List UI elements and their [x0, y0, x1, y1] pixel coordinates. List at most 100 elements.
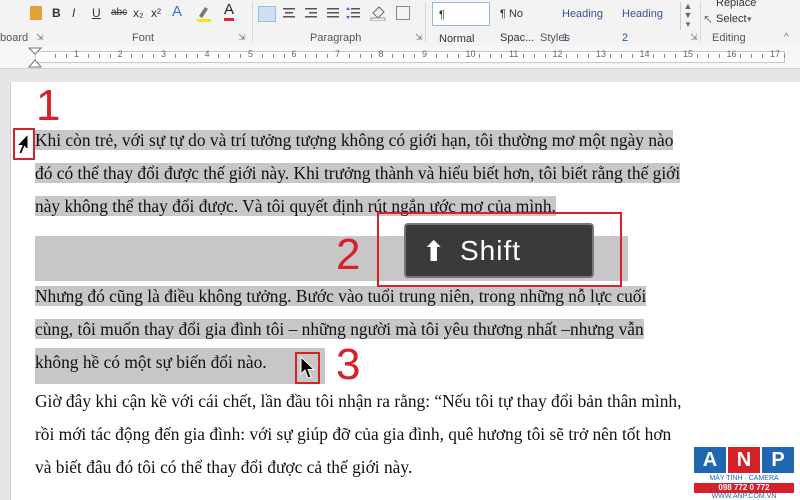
editing-group-label: Editing: [712, 32, 746, 44]
ruler-tick: [316, 54, 318, 58]
format-painter-icon[interactable]: [30, 6, 42, 20]
launcher-icon[interactable]: ⇲: [238, 32, 246, 43]
ruler-tick: [414, 54, 416, 58]
align-right-icon[interactable]: [304, 6, 318, 20]
ruler-tick: [109, 54, 111, 58]
subscript-button[interactable]: x₂: [133, 5, 144, 21]
ruler-tick: [609, 54, 611, 58]
ruler-tick: [653, 54, 655, 58]
ruler-tick: [718, 54, 720, 58]
ruler-number: 10: [465, 49, 476, 59]
style-heading-1[interactable]: Heading 1: [556, 2, 616, 44]
ruler-tick: [403, 54, 405, 58]
style-no-spacing[interactable]: ¶ No Spac...: [494, 2, 554, 44]
align-left-icon[interactable]: [258, 6, 276, 22]
ruler-tick: [98, 54, 100, 58]
paragraph-line[interactable]: rồi mới tác động đến gia đình: với sự gi…: [35, 418, 671, 451]
ruler-number: 17: [770, 49, 781, 59]
ruler-tick: [707, 54, 709, 58]
ribbon: B I U abc x₂ x² A A ¶ Normal ¶ No Spac..…: [0, 0, 800, 47]
ruler-tick: [283, 54, 285, 58]
text-effects-button[interactable]: A: [172, 4, 182, 20]
select-dropdown-icon[interactable]: ▾: [747, 11, 752, 27]
ruler-tick: [261, 54, 263, 58]
style-heading-2[interactable]: Heading 2: [616, 2, 678, 44]
borders-icon[interactable]: [396, 6, 410, 20]
anp-logo: A N P MÁY TÍNH · CAMERA 098 772 0 772 WW…: [690, 445, 800, 500]
italic-button[interactable]: I: [72, 5, 75, 21]
ruler-tick: [131, 54, 133, 58]
ruler-tick: [533, 54, 535, 58]
ruler-tick: [229, 54, 231, 58]
step-2-marker: 2: [336, 230, 361, 279]
shift-key-label: Shift: [460, 235, 522, 266]
paragraph-line[interactable]: Khi còn trẻ, với sự tự do và trí tưởng t…: [35, 124, 674, 157]
ruler-tick: [620, 54, 622, 58]
paragraph-line[interactable]: Giờ đây khi cận kề với cái chết, lần đầu…: [35, 385, 681, 418]
logo-phone: 098 772 0 772: [694, 483, 794, 493]
ruler-tick: [327, 54, 329, 58]
ruler-number: 6: [291, 49, 297, 59]
launcher-icon[interactable]: ⇲: [36, 32, 44, 43]
ruler-number: 9: [422, 49, 428, 59]
collapse-ribbon-icon[interactable]: ^: [784, 32, 789, 43]
ruler-number: 1: [74, 49, 80, 59]
ruler-number: 3: [161, 49, 167, 59]
ruler-number: 8: [378, 49, 384, 59]
mouse-cursor-icon: [300, 356, 316, 379]
ruler-number: 2: [117, 49, 123, 59]
ruler-tick: [370, 54, 372, 58]
ruler-number: 15: [683, 49, 694, 59]
styles-scroll-icon[interactable]: ▲ ▼ ▾: [680, 2, 695, 30]
highlight-icon[interactable]: [195, 4, 213, 22]
ruler-track: [35, 51, 785, 63]
ruler-tick: [392, 54, 394, 58]
shading-icon[interactable]: [370, 5, 388, 22]
indent-marker-icon[interactable]: [28, 47, 42, 69]
horizontal-ruler[interactable]: 1 2 3 4 5 6 7 8 9 10 11 12 13 14 15 16 17: [0, 46, 800, 69]
ruler-number: 5: [248, 49, 254, 59]
ruler-tick: [142, 54, 144, 58]
ruler-number: 7: [335, 49, 341, 59]
ruler-tick: [305, 54, 307, 58]
launcher-icon[interactable]: ⇲: [415, 32, 423, 43]
ruler-tick: [501, 54, 503, 58]
ruler-tick: [185, 54, 187, 58]
ruler-tick: [751, 54, 753, 58]
superscript-button[interactable]: x²: [151, 5, 161, 21]
bold-button[interactable]: B: [52, 5, 61, 21]
step-3-marker: 3: [336, 340, 361, 389]
font-color-button[interactable]: A: [224, 2, 235, 21]
ruler-tick: [577, 54, 579, 58]
paragraph-line[interactable]: và biết đâu đó tôi có thể thay đổi được …: [35, 451, 412, 484]
shift-key: ⬆ Shift: [404, 223, 594, 278]
logo-letter-p: P: [762, 447, 794, 473]
paragraph-line[interactable]: đó có thể thay đổi được thế giới này. Kh…: [35, 157, 681, 190]
ruler-tick: [272, 54, 274, 58]
ruler-tick: [359, 54, 361, 58]
ruler-tick: [490, 54, 492, 58]
underline-button[interactable]: U: [92, 5, 101, 21]
paragraph-line[interactable]: không hề có một sự biến đổi nào.: [35, 346, 267, 379]
launcher-icon[interactable]: ⇲: [690, 32, 698, 43]
replace-button[interactable]: Replace: [716, 0, 756, 11]
logo-letter-n: N: [728, 447, 760, 473]
strikethrough-button[interactable]: abc: [111, 5, 127, 21]
justify-icon[interactable]: [326, 6, 340, 20]
align-center-icon[interactable]: [282, 6, 296, 20]
styles-group-label: Styles: [540, 32, 570, 44]
style-normal[interactable]: ¶ Normal: [432, 2, 490, 45]
ruler-tick: [522, 54, 524, 58]
ruler-tick: [762, 54, 764, 58]
ruler-number: 11: [509, 49, 519, 59]
ruler-tick: [544, 54, 546, 58]
ruler-tick: [566, 54, 568, 58]
ruler-tick: [783, 54, 785, 58]
ruler-number: 4: [204, 49, 210, 59]
font-group-label: Font: [132, 32, 155, 44]
step-1-marker: 1: [36, 81, 61, 130]
ruler-tick: [696, 54, 698, 58]
select-button[interactable]: Select: [716, 11, 747, 27]
line-spacing-icon[interactable]: [346, 6, 360, 20]
ruler-tick: [196, 54, 198, 58]
